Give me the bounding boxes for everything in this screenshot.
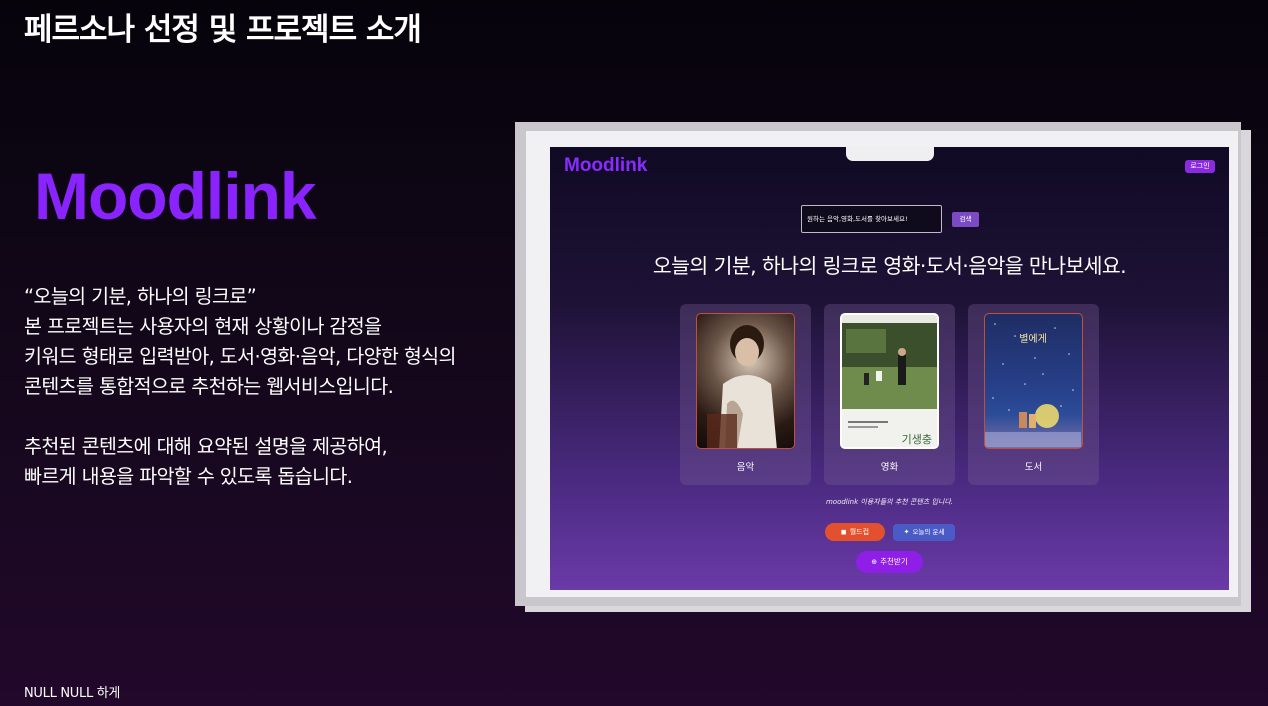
gamepad-icon: ◼ <box>840 528 847 536</box>
project-description: “오늘의 기분, 하나의 링크로” 본 프로젝트는 사용자의 현재 상황이나 감… <box>24 282 514 492</box>
card-label-music: 음악 <box>736 462 755 473</box>
description-line: 본 프로젝트는 사용자의 현재 상황이나 감정을 <box>24 315 382 338</box>
movie-poster[interactable]: 기생충 <box>840 313 939 449</box>
book-cover-art: 별에게 <box>985 323 1081 447</box>
music-album-cover[interactable] <box>696 313 795 449</box>
slide-title: 페르소나 선정 및 프로젝트 소개 <box>24 12 422 48</box>
sparkle-icon: ✦ <box>903 528 910 536</box>
worldcup-button[interactable]: ◼ 월드컵 <box>825 523 885 541</box>
fortune-button[interactable]: ✦ 오늘의 운세 <box>893 524 955 541</box>
card-music[interactable]: 음악 <box>680 304 811 485</box>
movie-poster-art: 기생충 <box>842 315 937 447</box>
app-logo[interactable]: Moodlink <box>564 155 647 177</box>
description-line: 빠르게 내용을 파악할 수 있도록 돕습니다. <box>24 465 353 488</box>
recommend-button[interactable]: ⊕ 추천받기 <box>856 551 923 573</box>
description-line: 콘텐츠를 통합적으로 추천하는 웹서비스입니다. <box>24 375 394 398</box>
music-cover-art <box>707 325 777 448</box>
description-line: “오늘의 기분, 하나의 링크로” <box>24 285 257 308</box>
screen-notch <box>846 147 934 161</box>
recommend-subtitle: moodlink 이용자들의 추천 콘텐츠 입니다. <box>825 498 954 506</box>
card-movie[interactable]: 기생충 영화 <box>824 304 955 485</box>
login-button[interactable]: 로그인 <box>1185 160 1215 173</box>
card-label-book: 도서 <box>1024 462 1043 473</box>
movie-poster-title: 기생충 <box>902 433 932 446</box>
description-line: 키워드 형태로 입력받아, 도서·영화·음악, 다양한 형식의 <box>24 345 456 368</box>
team-name: NULL NULL 하게 <box>24 686 121 701</box>
brand-logo: Moodlink <box>34 159 317 233</box>
search-input[interactable]: 원하는 음악,영화,도서를 찾아보세요! <box>801 205 942 233</box>
description-line: 추천된 콘텐츠에 대해 요약된 설명을 제공하여, <box>24 435 388 458</box>
app-headline: 오늘의 기분, 하나의 링크로 영화·도서·음악을 만나보세요. <box>652 254 1127 278</box>
worldcup-label: 월드컵 <box>849 528 870 536</box>
recommend-label: 추천받기 <box>880 557 908 566</box>
search-button[interactable]: 검색 <box>952 212 979 227</box>
plus-circle-icon: ⊕ <box>871 558 878 566</box>
book-cover[interactable]: 별에게 <box>984 313 1083 449</box>
book-cover-title: 별에게 <box>1019 333 1047 345</box>
app-screenshot: Moodlink 로그인 원하는 음악,영화,도서를 찾아보세요! 검색 오늘의… <box>550 147 1229 590</box>
card-book[interactable]: 별에게 도서 <box>968 304 1099 485</box>
card-label-movie: 영화 <box>880 462 899 473</box>
fortune-label: 오늘의 운세 <box>912 528 945 536</box>
